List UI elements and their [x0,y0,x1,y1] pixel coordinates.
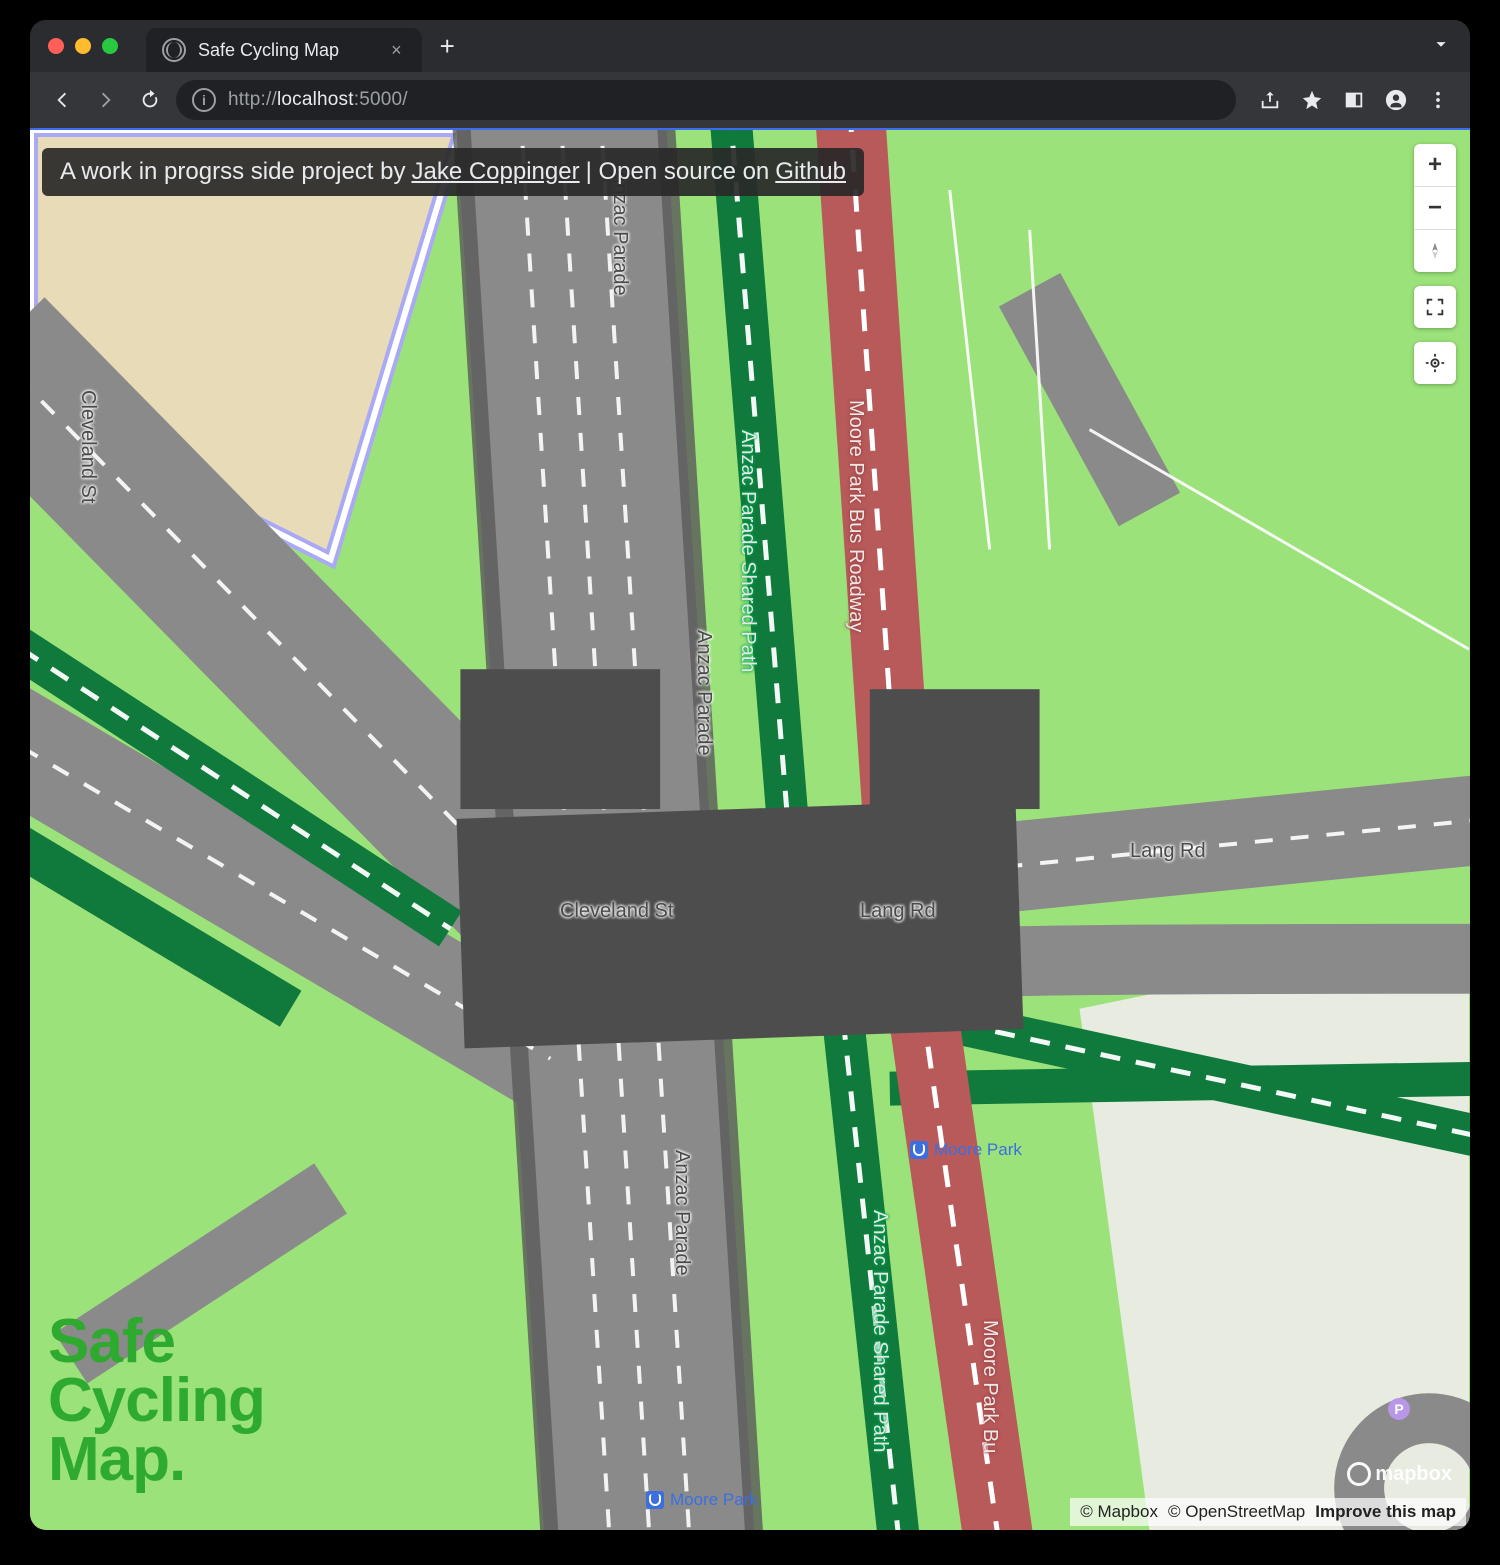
site-info-icon[interactable]: i [192,88,216,112]
close-window-button[interactable] [48,38,64,54]
map-controls: + − [1414,144,1456,384]
github-link[interactable]: Github [775,158,846,186]
minimize-window-button[interactable] [75,38,91,54]
address-bar[interactable]: i http://localhost:5000/ [176,80,1236,120]
maximize-window-button[interactable] [102,38,118,54]
map-attribution: © Mapbox © OpenStreetMap Improve this ma… [1070,1498,1466,1526]
mapbox-icon [1347,1462,1371,1486]
bookmark-button[interactable] [1294,82,1330,118]
toolbar: i http://localhost:5000/ [30,72,1470,128]
reload-button[interactable] [132,82,168,118]
url-text: http://localhost:5000/ [228,89,408,111]
transit-stop-moore-park-2[interactable]: Moore Park [646,1490,758,1510]
compass-button[interactable] [1414,230,1456,272]
zoom-out-button[interactable]: − [1414,187,1456,230]
profile-button[interactable] [1378,82,1414,118]
back-button[interactable] [44,82,80,118]
share-button[interactable] [1252,82,1288,118]
mapbox-logo[interactable]: mapbox [1347,1462,1452,1486]
zoom-in-button[interactable]: + [1414,144,1456,187]
project-banner: A work in progrss side project by Jake C… [42,148,864,196]
tab-title: Safe Cycling Map [198,40,339,61]
tabs-overflow-button[interactable] [1430,33,1452,60]
side-panel-button[interactable] [1336,82,1372,118]
geolocate-button[interactable] [1414,342,1456,384]
globe-icon [162,38,186,62]
menu-button[interactable] [1420,82,1456,118]
browser-tab[interactable]: Safe Cycling Map × [146,28,422,72]
map-viewport[interactable]: Cleveland St Anzac Parade Anzac Parade A… [30,128,1470,1530]
browser-window: Safe Cycling Map × + i http://localhost:… [30,20,1470,1530]
transit-stop-moore-park[interactable]: Moore Park [910,1140,1022,1160]
parking-marker[interactable]: P [1388,1398,1410,1420]
bus-icon [646,1491,664,1509]
close-tab-button[interactable]: × [391,40,402,61]
attr-osm[interactable]: © OpenStreetMap [1168,1502,1305,1522]
zoom-controls: + − [1414,144,1456,272]
app-logo: Safe Cycling Map. [48,1313,265,1490]
bus-icon [910,1141,928,1159]
titlebar: Safe Cycling Map × + [30,20,1470,72]
forward-button[interactable] [88,82,124,118]
new-tab-button[interactable]: + [440,31,455,62]
author-link[interactable]: Jake Coppinger [411,158,579,186]
improve-map-link[interactable]: Improve this map [1315,1502,1456,1522]
window-controls [48,38,118,54]
attr-mapbox[interactable]: © Mapbox [1080,1502,1158,1522]
fullscreen-button[interactable] [1414,286,1456,328]
